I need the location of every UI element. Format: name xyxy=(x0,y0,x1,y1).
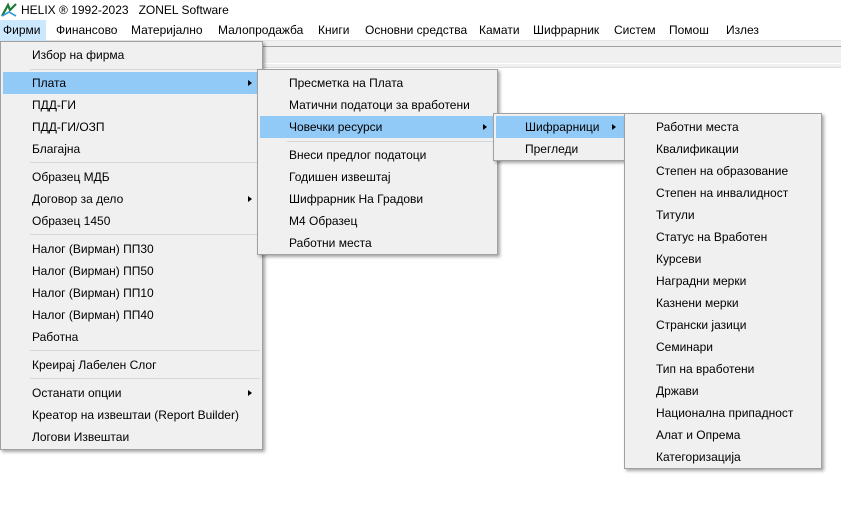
menu-item-kreiraj-labelen-slog[interactable]: Креирај Лабелен Слог xyxy=(3,354,260,376)
menu-item-kursevi[interactable]: Курсеви xyxy=(627,248,819,270)
menu-item-alat-i-oprema[interactable]: Алат и Опрема xyxy=(627,424,819,446)
menu-item-drzavi[interactable]: Држави xyxy=(627,380,819,402)
submenu-arrow-icon xyxy=(248,390,252,396)
menu-item-m4-obrazec[interactable]: М4 Образец xyxy=(260,210,495,232)
menu-item-vnesi-predlog[interactable]: Внеси предлог податоци xyxy=(260,144,495,166)
menu-item-izbor-na-firma[interactable]: Избор на фирма xyxy=(3,44,260,66)
menu-firmi[interactable]: Фирми xyxy=(0,20,46,41)
menu-item-nalog-pp10[interactable]: Налог (Вирман) ПП10 xyxy=(3,282,260,304)
menu-item-sifrarnik-na-gradovi[interactable]: Шифрарник На Градови xyxy=(260,188,495,210)
menu-item-tip-na-vraboteni[interactable]: Тип на вработени xyxy=(627,358,819,380)
menu-item-nacionalna-pripadnost[interactable]: Национална припадност xyxy=(627,402,819,424)
toolbar-field[interactable] xyxy=(262,46,841,64)
menu-sifrarnik[interactable]: Шифрарник xyxy=(533,20,599,41)
menu-materijalno[interactable]: Материјално xyxy=(131,20,203,41)
menu-item-kvalifikacii[interactable]: Квалификации xyxy=(627,138,819,160)
submenu-arrow-icon xyxy=(612,124,616,130)
menu-separator xyxy=(30,162,260,163)
menu-item-rabotni-mesta[interactable]: Работни места xyxy=(627,116,819,138)
sifrarnici-submenu: Работни места Квалификации Степен на обр… xyxy=(624,113,822,469)
menu-knigi[interactable]: Книги xyxy=(318,20,349,41)
menu-separator xyxy=(30,234,260,235)
menu-sistem[interactable]: Систем xyxy=(614,20,656,41)
menu-item-maticni-podatoci[interactable]: Матични податоци за вработени xyxy=(260,94,495,116)
firmi-menu: Избор на фирма Плата ПДД-ГИ ПДД-ГИ/ОЗП Б… xyxy=(0,41,263,450)
menu-item-pdd-gi-ozp[interactable]: ПДД-ГИ/ОЗП xyxy=(3,116,260,138)
menu-item-nalog-pp30[interactable]: Налог (Вирман) ПП30 xyxy=(3,238,260,260)
menu-item-presmetka-na-plata[interactable]: Пресметка на Плата xyxy=(260,72,495,94)
menu-separator xyxy=(30,350,260,351)
menu-item-kazneni-merki[interactable]: Казнени мерки xyxy=(627,292,819,314)
menu-item-godisen-izvestaj[interactable]: Годишен извештај xyxy=(260,166,495,188)
menu-item-rabotna[interactable]: Работна xyxy=(3,326,260,348)
menu-separator xyxy=(287,141,495,142)
plata-submenu: Пресметка на Плата Матични податоци за в… xyxy=(257,69,498,255)
menu-item-status-na-vraboten[interactable]: Статус на Вработен xyxy=(627,226,819,248)
window-title: HELIX ® 1992-2023 ZONEL Software xyxy=(21,3,229,17)
menu-item-nalog-pp40[interactable]: Налог (Вирман) ПП40 xyxy=(3,304,260,326)
menu-item-rabotni-mesta[interactable]: Работни места xyxy=(260,232,495,254)
menu-item-stepen-na-obrazovanie[interactable]: Степен на образование xyxy=(627,160,819,182)
helix-logo-icon xyxy=(1,2,17,18)
menu-item-sifrarnici[interactable]: Шифрарници xyxy=(496,116,624,138)
menu-item-nalog-pp50[interactable]: Налог (Вирман) ПП50 xyxy=(3,260,260,282)
submenu-arrow-icon xyxy=(248,80,252,86)
menu-item-tituli[interactable]: Титули xyxy=(627,204,819,226)
menu-item-kategorizacija[interactable]: Категоризација xyxy=(627,446,819,468)
menu-separator xyxy=(30,378,260,379)
main-menu-bar: Фирми Финансово Материјално Малопродажба… xyxy=(0,20,841,41)
menu-item-pdd-gi[interactable]: ПДД-ГИ xyxy=(3,94,260,116)
menu-item-stepen-na-invalidnost[interactable]: Степен на инвалидност xyxy=(627,182,819,204)
menu-item-obrazec-mdb[interactable]: Образец МДБ xyxy=(3,166,260,188)
submenu-arrow-icon xyxy=(248,196,252,202)
menu-item-logovi-izvestai[interactable]: Логови Извештаи xyxy=(3,426,260,448)
menu-item-nagradni-merki[interactable]: Наградни мерки xyxy=(627,270,819,292)
submenu-arrow-icon xyxy=(483,124,487,130)
menu-item-dogovor-za-delo[interactable]: Договор за дело xyxy=(3,188,260,210)
menu-kamati[interactable]: Камати xyxy=(479,20,520,41)
menu-item-obrazec-1450[interactable]: Образец 1450 xyxy=(3,210,260,232)
menu-item-pregledi[interactable]: Прегледи xyxy=(496,138,624,160)
menu-maloprodazba[interactable]: Малопродажба xyxy=(218,20,303,41)
menu-item-plata[interactable]: Плата xyxy=(3,72,260,94)
menu-item-report-builder[interactable]: Креатор на извештаи (Report Builder) xyxy=(3,404,260,426)
menu-item-stranski-jazici[interactable]: Странски јазици xyxy=(627,314,819,336)
menu-separator xyxy=(30,69,260,70)
menu-finansovo[interactable]: Финансово xyxy=(56,20,117,41)
menu-osnovni-sredstva[interactable]: Основни средства xyxy=(365,20,467,41)
app-window: HELIX ® 1992-2023 ZONEL Software Фирми Ф… xyxy=(0,0,841,532)
menu-item-seminari[interactable]: Семинари xyxy=(627,336,819,358)
hr-submenu: Шифрарници Прегледи xyxy=(493,113,627,161)
menu-pomos[interactable]: Помош xyxy=(669,20,709,41)
menu-item-ostanati-opcii[interactable]: Останати опции xyxy=(3,382,260,404)
menu-izlez[interactable]: Излез xyxy=(726,20,759,41)
menu-item-blagajna[interactable]: Благајна xyxy=(3,138,260,160)
menu-item-covecki-resursi[interactable]: Човечки ресурси xyxy=(260,116,495,138)
title-bar: HELIX ® 1992-2023 ZONEL Software xyxy=(0,0,841,20)
